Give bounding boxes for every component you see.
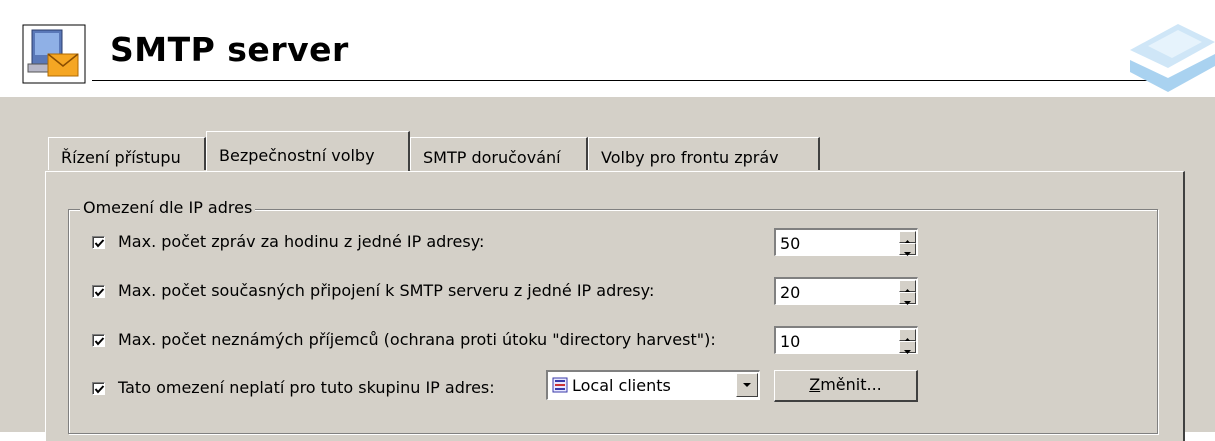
spinner-value: 10 (780, 332, 801, 351)
ip-group-selected: Local clients (572, 376, 671, 395)
dropdown-arrow-button[interactable] (736, 373, 758, 397)
limit-unknown-recipients-checkbox[interactable] (92, 334, 105, 347)
change-button[interactable]: Změnit... (774, 370, 918, 402)
triangle-down-icon (904, 350, 911, 354)
checkmark-icon (94, 337, 105, 346)
title-divider (92, 80, 1182, 81)
checkmark-icon (94, 288, 105, 297)
ip-group-dropdown[interactable]: Local clients (546, 370, 760, 400)
chevron-down-icon (743, 383, 751, 387)
tab-bezpecnostni-volby[interactable]: Bezpečnostní volby (206, 131, 410, 171)
spinner-value: 20 (780, 283, 801, 302)
triangle-down-icon (904, 301, 911, 305)
spin-down-button[interactable] (899, 243, 916, 256)
limit-connections-label: Max. počet současných připojení k SMTP s… (118, 281, 655, 300)
smtp-server-icon (22, 24, 86, 84)
page-title: SMTP server (110, 30, 349, 69)
ip-group-icon (552, 377, 568, 393)
limit-unknown-recipients-label: Max. počet neznámých příjemců (ochrana p… (118, 330, 716, 349)
concurrent-connections-spinner[interactable]: 20 (774, 277, 918, 305)
page-header: SMTP server (0, 0, 1215, 97)
spin-up-button[interactable] (899, 280, 916, 293)
groupbox-label: Omezení dle IP adres (80, 198, 256, 217)
checkmark-icon (94, 239, 105, 248)
exception-group-checkbox[interactable] (92, 382, 105, 395)
exception-group-label: Tato omezení neplatí pro tuto skupinu IP… (118, 378, 495, 397)
tab-volby-pro-frontu[interactable]: Volby pro frontu zpráv (588, 137, 820, 170)
brand-logo-icon (1130, 24, 1215, 92)
spinner-value: 50 (780, 234, 801, 253)
messages-per-hour-spinner[interactable]: 50 (774, 228, 918, 256)
spin-down-button[interactable] (899, 341, 916, 354)
spin-up-button[interactable] (899, 329, 916, 342)
tab-smtp-dorucovani[interactable]: SMTP doručování (410, 137, 588, 170)
checkmark-icon (94, 385, 105, 394)
unknown-recipients-spinner[interactable]: 10 (774, 326, 918, 354)
tab-rizeni-pristupu[interactable]: Řízení přístupu (48, 137, 206, 170)
limit-messages-label: Max. počet zpráv za hodinu z jedné IP ad… (118, 232, 485, 251)
spin-up-button[interactable] (899, 231, 916, 244)
limit-messages-checkbox[interactable] (92, 236, 105, 249)
spin-down-button[interactable] (899, 292, 916, 305)
triangle-down-icon (904, 252, 911, 256)
limit-connections-checkbox[interactable] (92, 285, 105, 298)
